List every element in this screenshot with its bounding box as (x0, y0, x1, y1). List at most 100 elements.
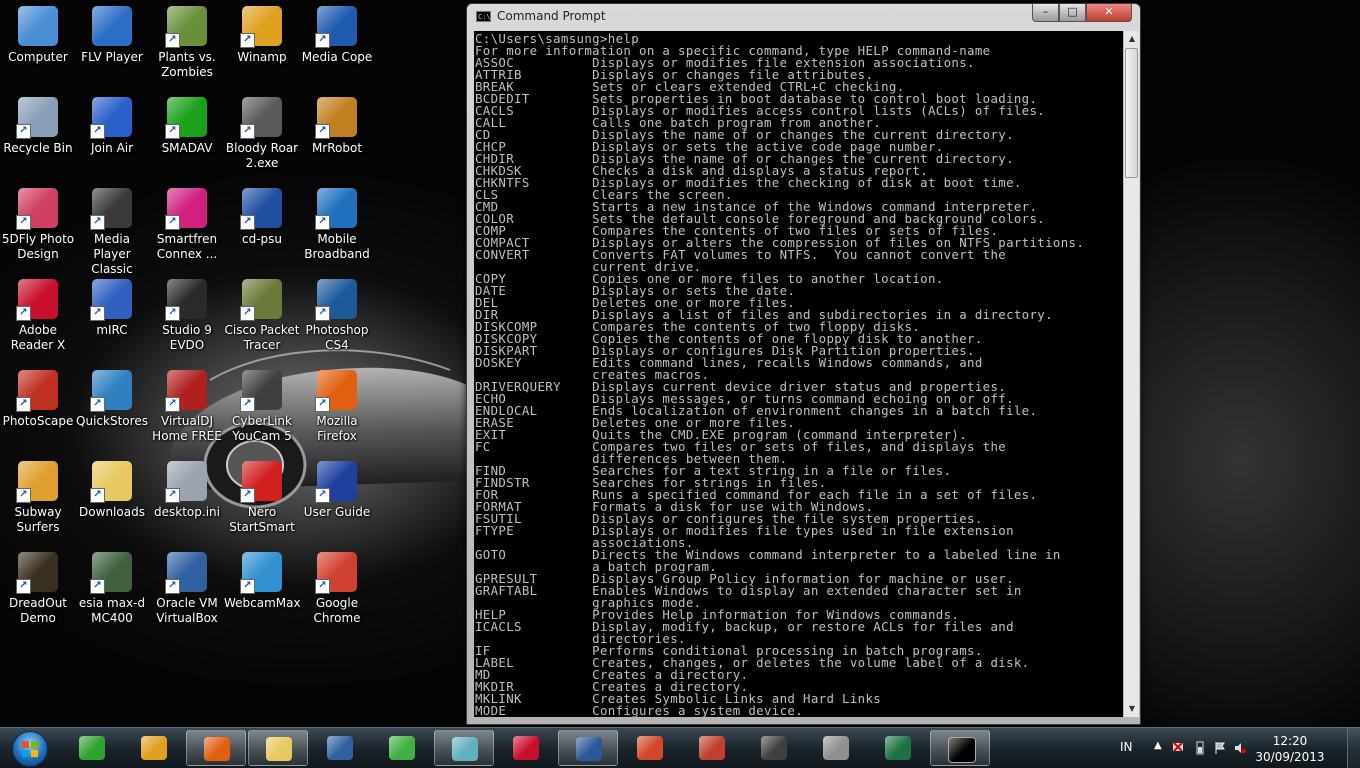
desktop-icon[interactable]: ↗ WebcamMax (224, 546, 301, 634)
desktop-icon-label: Winamp (237, 50, 287, 64)
scroll-thumb[interactable] (1125, 48, 1138, 178)
action-center-flag-icon[interactable] (1214, 741, 1226, 755)
studio9-icon: ↗ (165, 279, 207, 321)
desktop-icon[interactable]: ↗ VirtualDJ Home FREE (149, 364, 225, 452)
desktop-icon[interactable]: ↗ 5DFly Photo Design (0, 182, 76, 270)
shortcut-arrow-icon: ↗ (315, 488, 330, 503)
desktop-icon[interactable]: ↗ Media Player Classic (74, 182, 150, 276)
desktop-icon-label: Join Air (90, 141, 134, 155)
command-prompt-window[interactable]: C:\ Command Prompt – □ ✕ C:\Users\samsun… (466, 3, 1141, 725)
desktop-icon[interactable]: ↗ Recycle Bin (0, 91, 76, 179)
shortcut-arrow-icon: ↗ (16, 397, 31, 412)
shortcut-arrow-icon: ↗ (90, 397, 105, 412)
desktop-icon-label: Mozilla Firefox (316, 414, 358, 443)
desktop-icon[interactable]: ↗ Nero StartSmart (224, 455, 300, 543)
volume-muted-icon[interactable] (1234, 741, 1246, 755)
vertical-scrollbar[interactable]: ▲ ▼ (1123, 31, 1139, 717)
desktop-icon[interactable]: ↗ DreadOut Demo (0, 546, 76, 634)
taskbar-btn-virtualbox[interactable] (310, 730, 370, 766)
desktop-icon[interactable]: ↗ PhotoScape (0, 364, 76, 452)
shortcut-arrow-icon: ↗ (16, 579, 31, 594)
taskbar-btn-game[interactable] (806, 730, 866, 766)
desktop-icon[interactable]: ↗ MrRobot (299, 91, 375, 179)
desktop-icon-label: QuickStores (76, 414, 148, 428)
desktop-icon[interactable]: ↗ cd-psu (224, 182, 300, 270)
desktop-icon[interactable]: ↗ SMADAV (149, 91, 225, 179)
desktop-icon[interactable]: ↗ Photoshop CS4 (299, 273, 375, 361)
desktop-icon-label: Plants vs. Zombies (158, 50, 216, 79)
window-titlebar[interactable]: C:\ Command Prompt – □ ✕ (467, 4, 1140, 30)
desktop-icon[interactable]: ↗ Mozilla Firefox (299, 364, 375, 452)
console-output[interactable]: C:\Users\samsung>help For more informati… (474, 31, 1123, 717)
desktop-icon-label: DreadOut Demo (8, 596, 68, 625)
desktop-icon[interactable]: ↗ CyberLink YouCam 5 (224, 364, 300, 452)
desktop-icon[interactable]: ↗ mIRC (74, 273, 150, 361)
shortcut-arrow-icon: ↗ (240, 215, 255, 230)
desktop-icon[interactable]: ↗ Studio 9 EVDO (149, 273, 225, 361)
command-prompt-icon (948, 737, 976, 763)
scroll-up-arrow-icon[interactable]: ▲ (1125, 31, 1139, 47)
taskbar-btn-powerpoint[interactable] (620, 730, 680, 766)
desktop-icon[interactable]: ↗ Adobe Reader X (0, 273, 76, 361)
desktop-icon-label: mIRC (96, 323, 128, 337)
shortcut-arrow-icon: ↗ (165, 215, 180, 230)
taskbar-btn-adobe[interactable] (496, 730, 556, 766)
close-button[interactable]: ✕ (1086, 4, 1132, 22)
desktop-icon[interactable]: ↗ Subway Surfers (0, 455, 76, 543)
photoshop-icon: ↗ (315, 279, 357, 321)
language-indicator[interactable]: IN (1120, 740, 1133, 754)
desktop-icon[interactable]: ↗ desktop.ini (149, 455, 225, 543)
desktop-icon[interactable]: ↗ Downloads (74, 455, 150, 543)
desktop-icon[interactable]: ↗ Oracle VM VirtualBox (149, 546, 225, 634)
desktop-icon[interactable]: ↗ Plants vs. Zombies (149, 0, 225, 88)
scroll-down-arrow-icon[interactable]: ▼ (1125, 701, 1139, 717)
desktop-icon[interactable]: ↗ Bloody Roar 2.exe (224, 91, 300, 179)
mobile-broadband-icon: ↗ (315, 188, 357, 230)
desktop-icon[interactable]: Computer (0, 0, 76, 88)
word-icon (576, 737, 602, 761)
desktop-icon-label: WebcamMax (224, 596, 301, 610)
desktop-icon-label: SMADAV (161, 141, 213, 155)
desktop-icon-label: cd-psu (241, 232, 283, 246)
taskbar-btn-green-orb[interactable] (372, 730, 432, 766)
desktop-icon[interactable]: ↗ QuickStores (74, 364, 150, 452)
taskbar-btn-green-app[interactable] (62, 730, 122, 766)
desktop-icon[interactable]: ↗ Media Cope (299, 0, 375, 88)
shortcut-arrow-icon: ↗ (315, 397, 330, 412)
desktop-icon[interactable]: FLV Player (74, 0, 150, 88)
clock-time[interactable]: 12:20 (1255, 734, 1325, 748)
taskbar-btn-notes[interactable] (434, 730, 494, 766)
desktop-icon[interactable]: ↗ Join Air (74, 91, 150, 179)
desktop-icon-label: Media Cope (301, 50, 373, 64)
taskbar-btn-word[interactable] (558, 730, 618, 766)
desktop-icon-label: CyberLink YouCam 5 (232, 414, 292, 443)
network-icon[interactable] (1172, 741, 1184, 755)
taskbar-btn-youcam[interactable] (744, 730, 804, 766)
taskbar-btn-winamp[interactable] (124, 730, 184, 766)
desktop-icon[interactable]: ↗ Smartfren Connex ... (149, 182, 225, 270)
taskbar-btn-cmd[interactable] (930, 730, 990, 766)
desktop-icon[interactable]: ↗ Cisco Packet Tracer (224, 273, 300, 361)
windows-start-orb-icon (12, 731, 48, 767)
taskbar-btn-firefox[interactable] (186, 730, 246, 766)
virtualdj-icon: ↗ (165, 370, 207, 412)
taskbar-btn-explorer[interactable] (248, 730, 308, 766)
show-hidden-icons-button[interactable]: ▲ (1154, 740, 1162, 751)
minimize-button[interactable]: – (1032, 4, 1059, 22)
desktop-icon[interactable]: ↗ Winamp (224, 0, 300, 88)
battery-icon[interactable] (1194, 741, 1206, 755)
notes-icon (452, 737, 478, 761)
taskbar-btn-excel[interactable] (868, 730, 928, 766)
taskbar-btn-book[interactable] (682, 730, 742, 766)
start-button[interactable] (4, 729, 54, 767)
desktop-icon[interactable]: ↗ User Guide (299, 455, 375, 543)
maximize-button[interactable]: □ (1059, 4, 1086, 22)
desktop-icon-label: Google Chrome (313, 596, 361, 625)
clock-date[interactable]: 30/09/2013 (1255, 750, 1325, 764)
desktop-icon[interactable]: ↗ Mobile Broadband (299, 182, 375, 270)
shortcut-arrow-icon: ↗ (16, 306, 31, 321)
desktop-icon[interactable]: ↗ Google Chrome (299, 546, 375, 634)
show-desktop-button[interactable] (1347, 728, 1360, 768)
desktop-icon[interactable]: ↗ esia max-d MC400 (74, 546, 150, 634)
shortcut-arrow-icon: ↗ (165, 306, 180, 321)
